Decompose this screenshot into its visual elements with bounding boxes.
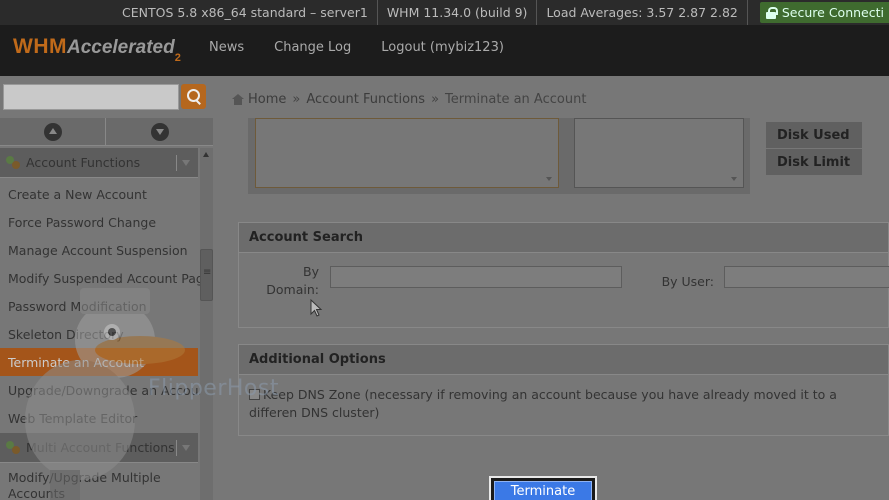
breadcrumb-current: Terminate an Account xyxy=(445,92,587,107)
sidebar: Account Functions Create a New Account F… xyxy=(0,118,215,500)
sidebar-item-manage-suspension[interactable]: Manage Account Suspension xyxy=(0,236,198,264)
sidebar-item-force-password[interactable]: Force Password Change xyxy=(0,208,198,236)
whm-version: WHM 11.34.0 (build 9) xyxy=(378,0,538,25)
status-bar: CENTOS 5.8 x86_64 standard – server1 WHM… xyxy=(0,0,889,25)
nav-change-log[interactable]: Change Log xyxy=(274,40,351,55)
sidebar-item-skeleton-directory[interactable]: Skeleton Directory xyxy=(0,320,198,348)
sort-listbox[interactable] xyxy=(574,118,744,188)
additional-options-panel: Additional Options Keep DNS Zone (necess… xyxy=(238,344,889,436)
nav-news[interactable]: News xyxy=(209,40,244,55)
load-averages: Load Averages: 3.57 2.87 2.82 xyxy=(537,0,748,25)
scroll-down-icon[interactable] xyxy=(546,177,552,181)
sidebar-item-web-template-editor[interactable]: Web Template Editor xyxy=(0,404,198,432)
secure-connection-badge: Secure Connecti xyxy=(759,2,889,23)
search-icon[interactable] xyxy=(181,84,206,109)
by-domain-label: By Domain: xyxy=(266,264,319,297)
logo-accelerated-text: Accelerated xyxy=(66,37,175,58)
chevron-down-icon[interactable] xyxy=(176,155,192,171)
breadcrumb-home[interactable]: Home xyxy=(248,92,286,107)
main-content: Disk Used Disk Limit Account Search By D… xyxy=(215,118,889,500)
sidebar-item-create-account[interactable]: Create a New Account xyxy=(0,180,198,208)
scroll-down-icon[interactable] xyxy=(731,177,737,181)
secure-connection-label: Secure Connecti xyxy=(781,5,884,20)
group-label: Account Functions xyxy=(26,155,141,170)
account-listbox[interactable] xyxy=(255,118,559,188)
sidebar-scrollbar[interactable] xyxy=(200,148,213,500)
sidebar-search-input[interactable] xyxy=(3,84,179,110)
account-search-title: Account Search xyxy=(239,223,888,253)
breadcrumb-account-functions[interactable]: Account Functions xyxy=(306,92,425,107)
sidebar-item-modify-upgrade-multiple[interactable]: Modify/Upgrade Multiple Accounts xyxy=(0,465,198,500)
user-search-input[interactable] xyxy=(724,266,889,288)
flipperhost-watermark-text: FlipperHost xyxy=(148,376,279,401)
account-search-panel: Account Search By Domain: By User: xyxy=(238,222,889,328)
collapse-up-icon[interactable] xyxy=(44,123,62,141)
top-nav: News Change Log Logout (mybiz123) xyxy=(209,40,504,55)
group-label: Multi Account Functions xyxy=(26,440,175,455)
breadcrumb: Home » Account Functions » Terminate an … xyxy=(232,92,586,107)
sidebar-scroll-thumb[interactable] xyxy=(200,249,213,301)
terminate-button[interactable]: Terminate xyxy=(494,481,592,500)
logo-version-text: 2 xyxy=(174,52,181,64)
whm-logo[interactable]: WHMAccelerated2 xyxy=(13,35,181,64)
chevron-down-icon[interactable] xyxy=(176,440,192,456)
nav-logout[interactable]: Logout (mybiz123) xyxy=(381,40,504,55)
disk-used-button[interactable]: Disk Used xyxy=(766,122,862,148)
sidebar-group-multi-account[interactable]: Multi Account Functions xyxy=(0,433,198,463)
account-list-area xyxy=(248,118,750,194)
users-icon xyxy=(6,440,21,455)
users-icon xyxy=(6,155,21,170)
additional-options-title: Additional Options xyxy=(239,345,888,375)
scroll-up-icon[interactable] xyxy=(203,152,209,157)
sidebar-item-terminate-account[interactable]: Terminate an Account xyxy=(0,348,198,376)
breadcrumb-separator: » xyxy=(292,92,301,107)
mouse-pointer-icon xyxy=(310,299,323,317)
keep-dns-label: Keep DNS Zone (necessary if removing an … xyxy=(249,387,837,420)
sidebar-item-password-modification[interactable]: Password Modification xyxy=(0,292,198,320)
domain-search-input[interactable] xyxy=(330,266,622,288)
header: WHMAccelerated2 News Change Log Logout (… xyxy=(0,25,889,76)
by-user-label: By User: xyxy=(661,274,714,289)
sidebar-arrow-row xyxy=(0,118,213,146)
sidebar-item-modify-suspended-page[interactable]: Modify Suspended Account Page xyxy=(0,264,212,292)
terminate-button-frame: Terminate xyxy=(489,476,597,500)
keep-dns-option: Keep DNS Zone (necessary if removing an … xyxy=(249,386,889,422)
expand-down-icon[interactable] xyxy=(151,123,169,141)
breadcrumb-separator: » xyxy=(431,92,440,107)
home-icon xyxy=(232,94,244,105)
logo-whm-text: WHM xyxy=(13,35,67,58)
disk-limit-button[interactable]: Disk Limit xyxy=(766,149,862,175)
sidebar-group-account-functions[interactable]: Account Functions xyxy=(0,148,198,178)
server-info: CENTOS 5.8 x86_64 standard – server1 xyxy=(113,0,378,25)
lock-icon xyxy=(765,6,778,19)
